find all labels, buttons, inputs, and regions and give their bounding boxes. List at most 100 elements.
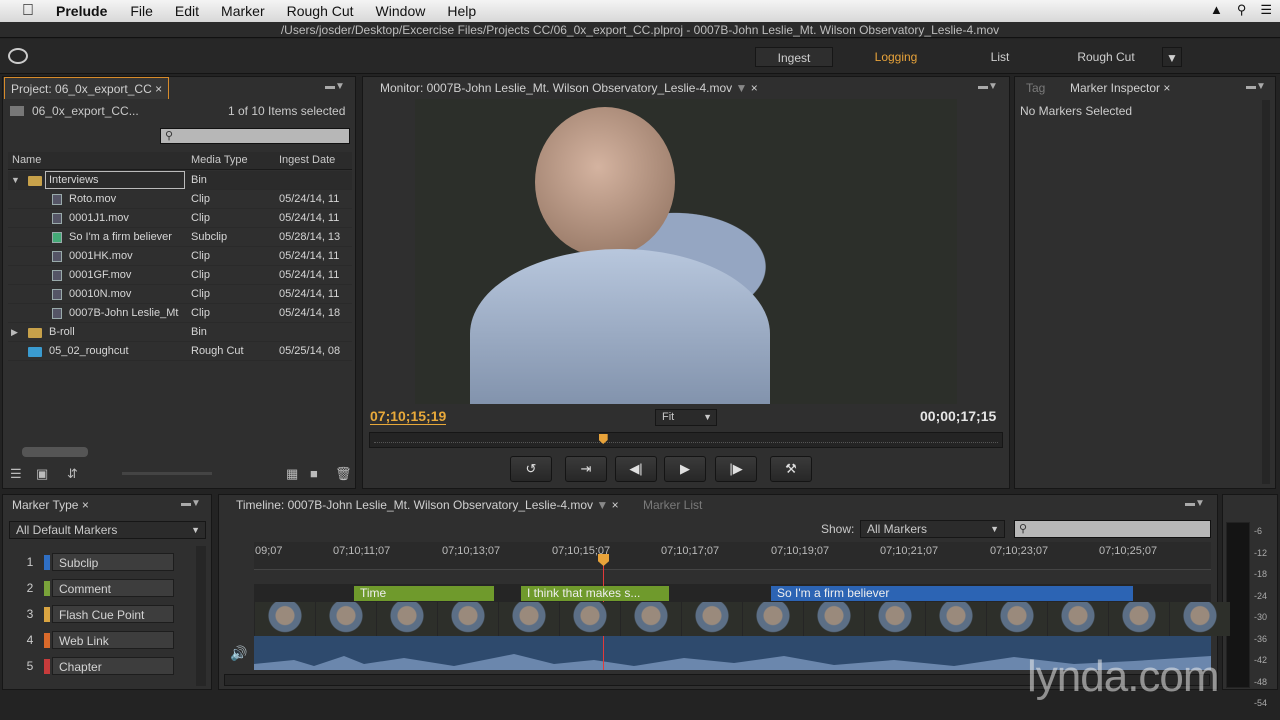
play-in-to-out-button[interactable]: ⇥ <box>565 456 607 482</box>
tab-marker-type[interactable]: Marker Type × <box>6 494 95 516</box>
panel-menu-icon[interactable]: ▬▼ <box>325 81 345 92</box>
list-item[interactable]: So I'm a firm believer Subclip 05/28/14, 1… <box>8 228 352 247</box>
list-icon[interactable]: ☰ <box>1260 2 1272 18</box>
close-icon[interactable]: × <box>751 81 758 95</box>
menu-file[interactable]: File <box>119 3 164 19</box>
marker-type-row[interactable]: 5 Chapter <box>20 656 180 676</box>
list-item[interactable]: ▶ B-roll Bin <box>8 323 352 342</box>
marker-filter-select[interactable]: All Default Markers ▼ <box>9 521 206 539</box>
tab-project[interactable]: Project: 06_0x_export_CC × <box>4 77 170 99</box>
show-markers-select[interactable]: All Markers ▼ <box>860 520 1005 538</box>
inspector-scrollbar[interactable] <box>1262 100 1270 484</box>
close-icon[interactable]: × <box>82 498 89 512</box>
panel-menu-icon[interactable]: ▬▼ <box>1246 81 1266 92</box>
inspector-message: No Markers Selected <box>1020 104 1133 118</box>
marker-type-label[interactable]: Flash Cue Point <box>52 605 174 623</box>
list-item[interactable]: 0001HK.mov Clip 05/24/14, 11 <box>8 247 352 266</box>
menu-help[interactable]: Help <box>436 3 487 19</box>
video-thumbnail <box>1109 602 1169 636</box>
time-ruler[interactable] <box>254 542 1211 570</box>
close-icon[interactable]: × <box>612 498 619 512</box>
menu-rough-cut[interactable]: Rough Cut <box>276 3 365 19</box>
timeline-marker[interactable]: So I'm a firm believer <box>771 586 1133 601</box>
marker-color-swatch <box>44 659 50 674</box>
marker-type-label[interactable]: Subclip <box>52 553 174 571</box>
column-ingest-date[interactable]: Ingest Date <box>279 154 335 166</box>
close-icon[interactable]: × <box>155 82 162 96</box>
list-item[interactable]: 0007B-John Leslie_Mt Clip 05/24/14, 18 <box>8 304 352 323</box>
item-name: 00010N.mov <box>69 288 132 300</box>
list-item[interactable]: Roto.mov Clip 05/24/14, 11 <box>8 190 352 209</box>
disclosure-triangle-icon[interactable]: ▼ <box>11 171 20 190</box>
zoom-slider[interactable] <box>122 472 212 475</box>
marker-type-row[interactable]: 3 Flash Cue Point <box>20 604 180 624</box>
step-back-button[interactable]: ◀| <box>615 456 657 482</box>
current-timecode[interactable]: 07;10;15;19 <box>370 408 447 425</box>
marker-type-label[interactable]: Web Link <box>52 631 174 649</box>
list-item[interactable]: 0001GF.mov Clip 05/24/14, 11 <box>8 266 352 285</box>
marker-type-row[interactable]: 2 Comment <box>20 578 180 598</box>
ruler-tick-label: 09;07 <box>255 545 283 557</box>
panel-menu-icon[interactable]: ▬▼ <box>181 498 201 509</box>
list-item[interactable]: ▼ Interviews Bin <box>8 171 352 190</box>
list-view-icon[interactable]: ☰ <box>10 466 22 482</box>
tab-marker-list[interactable]: Marker List <box>637 494 708 516</box>
marker-type-scrollbar[interactable] <box>196 546 206 686</box>
list-item[interactable]: 0001J1.mov Clip 05/24/14, 11 <box>8 209 352 228</box>
tab-tag[interactable]: Tag <box>1020 77 1051 99</box>
apple-icon[interactable]:  <box>0 2 56 20</box>
timeline-search-input[interactable]: ⚲ <box>1014 520 1211 538</box>
creative-cloud-icon[interactable] <box>8 48 28 64</box>
ruler-tick-label: 07;10;19;07 <box>771 545 830 557</box>
marker-type-row[interactable]: 1 Subclip <box>20 552 180 572</box>
menu-marker[interactable]: Marker <box>210 3 276 19</box>
tab-timeline[interactable]: Timeline: 0007B-John Leslie_Mt. Wilson O… <box>230 494 625 516</box>
workspace-menu-chevron-icon[interactable]: ▼ <box>1162 47 1182 67</box>
panel-menu-icon[interactable]: ▬▼ <box>978 81 998 92</box>
workspace-logging[interactable]: Logging <box>856 47 936 67</box>
expand-icon[interactable]: ⇵ <box>67 466 78 482</box>
zoom-select[interactable]: Fit ▼ <box>655 409 717 426</box>
disclosure-triangle-icon[interactable]: ▶ <box>11 323 18 342</box>
marker-type-row[interactable]: 4 Web Link <box>20 630 180 650</box>
step-forward-button[interactable]: |▶ <box>715 456 757 482</box>
marker-type-label[interactable]: Comment <box>52 579 174 597</box>
list-item[interactable]: 00010N.mov Clip 05/24/14, 11 <box>8 285 352 304</box>
chevron-down-icon[interactable]: ▼ <box>596 498 608 512</box>
new-rough-cut-icon[interactable]: ▦ <box>286 466 298 482</box>
loop-button[interactable]: ↺ <box>510 456 552 482</box>
notification-icon[interactable]: ▲ <box>1210 2 1223 18</box>
tab-marker-inspector[interactable]: Marker Inspector × <box>1064 77 1176 99</box>
timeline-marker[interactable]: Time <box>354 586 494 601</box>
horizontal-scrollbar[interactable] <box>22 447 88 457</box>
menu-window[interactable]: Window <box>365 3 437 19</box>
menu-edit[interactable]: Edit <box>164 3 210 19</box>
icon-view-icon[interactable]: ▣ <box>36 466 48 482</box>
workspace-rough-cut[interactable]: Rough Cut <box>1066 47 1146 67</box>
search-icon[interactable]: ⚲ <box>1237 2 1247 18</box>
project-search-input[interactable]: ⚲ <box>160 128 350 144</box>
show-markers-value: All Markers <box>867 522 928 536</box>
list-item[interactable]: 05_02_roughcut Rough Cut 05/25/14, 08 <box>8 342 352 361</box>
trash-icon[interactable]: 🗑 <box>335 466 352 482</box>
item-media-type: Clip <box>191 307 210 319</box>
marker-type-label[interactable]: Chapter <box>52 657 174 675</box>
play-button[interactable]: ▶ <box>664 456 706 482</box>
app-menu[interactable]: Prelude <box>56 3 119 19</box>
timeline-marker[interactable]: I think that makes s... <box>521 586 669 601</box>
workspace-list[interactable]: List <box>960 47 1040 67</box>
column-media-type[interactable]: Media Type <box>191 154 248 166</box>
workspace-ingest[interactable]: Ingest <box>755 47 833 67</box>
new-bin-icon[interactable]: ■ <box>310 466 318 481</box>
settings-wrench-button[interactable]: ⚒ <box>770 456 812 482</box>
speaker-icon[interactable]: 🔊 <box>230 645 247 662</box>
close-icon[interactable]: × <box>1163 81 1170 95</box>
marker-color-swatch <box>44 607 50 622</box>
panel-menu-icon[interactable]: ▬▼ <box>1185 498 1205 509</box>
column-header: Name Media Type Ingest Date <box>8 152 352 170</box>
tab-monitor[interactable]: Monitor: 0007B-John Leslie_Mt. Wilson Ob… <box>374 77 764 99</box>
chevron-down-icon[interactable]: ▼ <box>736 81 748 95</box>
video-thumbnail <box>255 602 315 636</box>
column-name[interactable]: Name <box>12 154 41 166</box>
monitor-scrub-bar[interactable] <box>369 432 1003 448</box>
